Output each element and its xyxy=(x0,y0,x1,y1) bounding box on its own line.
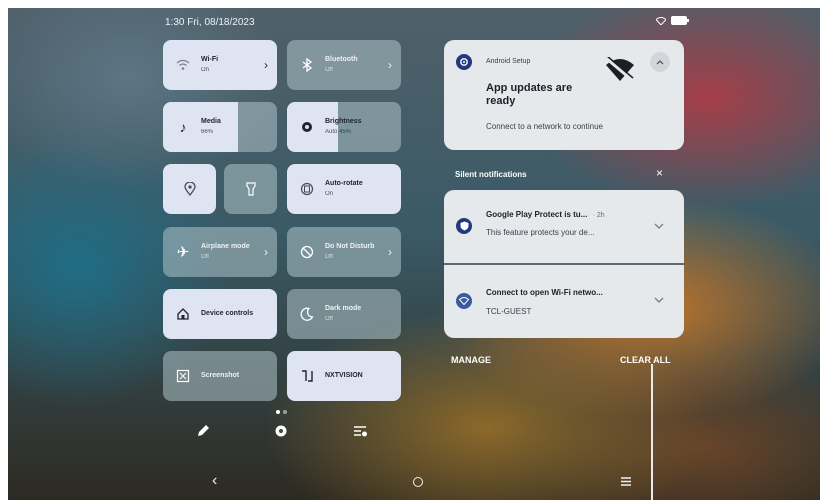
dark-mode-tile-title: Dark mode xyxy=(325,305,362,312)
edit-pencil-icon[interactable] xyxy=(195,423,211,439)
wifi-tile-state: On xyxy=(201,67,210,73)
recent-apps-icon[interactable] xyxy=(620,477,632,486)
do-not-disturb-icon xyxy=(299,244,315,260)
nxtvision-icon xyxy=(299,368,315,384)
tile-nxtvision[interactable]: NXTVISION xyxy=(287,351,401,401)
play-protect-time: · 2h xyxy=(592,212,605,219)
notification-play-protect[interactable]: Google Play Protect is tu... · 2h This f… xyxy=(444,190,684,263)
silent-notifications-close-button[interactable]: × xyxy=(656,166,663,180)
tile-screenshot[interactable]: Screenshot xyxy=(163,351,277,401)
auto-rotate-tile-title: Auto-rotate xyxy=(325,180,363,187)
location-pin-icon xyxy=(183,182,196,196)
airplane-icon: ✈ xyxy=(176,244,190,261)
flashlight-icon xyxy=(245,182,256,196)
status-datetime: 1:30 Fri, 08/18/2023 xyxy=(165,17,255,28)
screenshot-icon xyxy=(175,368,191,384)
page-dot-active xyxy=(276,410,280,414)
chevron-right-icon: › xyxy=(264,245,268,259)
wifi-status-icon xyxy=(656,16,666,25)
screen: 1:30 Fri, 08/18/2023 Wi-Fi On › Bluetoot… xyxy=(8,8,820,500)
moon-icon xyxy=(299,306,315,322)
tile-do-not-disturb[interactable]: Do Not Disturb Off › xyxy=(287,227,401,277)
tile-brightness[interactable]: Brightness Auto 45% xyxy=(287,102,401,152)
music-note-icon: ♪ xyxy=(179,119,187,135)
tile-bluetooth[interactable]: Bluetooth Off › xyxy=(287,40,401,90)
chevron-down-icon[interactable] xyxy=(654,297,664,304)
media-tile-value: 66% xyxy=(201,129,214,135)
tile-auto-rotate[interactable]: Auto-rotate On xyxy=(287,164,401,214)
tile-wifi[interactable]: Wi-Fi On › xyxy=(163,40,277,90)
pointer-line xyxy=(651,364,653,500)
android-setup-body: Connect to a network to continue xyxy=(486,122,603,131)
play-protect-icon xyxy=(456,218,472,234)
chevron-up-icon xyxy=(656,60,664,65)
brightness-tile-title: Brightness xyxy=(325,118,362,125)
manage-button[interactable]: MANAGE xyxy=(451,355,491,365)
tile-flashlight[interactable] xyxy=(224,164,277,214)
airplane-tile-state: Off xyxy=(201,254,209,260)
silent-notifications-header: Silent notifications xyxy=(455,170,527,179)
tile-device-controls[interactable]: Device controls xyxy=(163,289,277,339)
tune-settings-icon[interactable] xyxy=(352,423,368,439)
tile-media-volume[interactable]: ♪ Media 66% xyxy=(163,102,277,152)
tile-airplane-mode[interactable]: ✈ Airplane mode Off › xyxy=(163,227,277,277)
silent-notifications-group: Google Play Protect is tu... · 2h This f… xyxy=(444,190,684,338)
nxtvision-tile-title: NXTVISION xyxy=(325,372,363,379)
open-wifi-body: TCL-GUEST xyxy=(486,307,532,316)
home-nav-button[interactable] xyxy=(413,477,423,487)
status-icons xyxy=(656,16,689,25)
device-controls-tile-title: Device controls xyxy=(201,310,254,317)
wifi-tile-title: Wi-Fi xyxy=(201,56,219,63)
notification-android-setup[interactable]: Android Setup App updates are ready Conn… xyxy=(444,40,684,150)
dnd-tile-state: Off xyxy=(325,254,333,260)
chevron-right-icon: › xyxy=(264,58,268,72)
clear-all-button[interactable]: CLEAR ALL xyxy=(620,355,671,365)
media-tile-title: Media xyxy=(201,118,221,125)
android-setup-app-icon xyxy=(456,54,472,70)
bluetooth-tile-title: Bluetooth xyxy=(325,56,358,63)
bluetooth-tile-state: Off xyxy=(325,67,333,73)
airplane-tile-title: Airplane mode xyxy=(201,243,250,250)
screenshot-tile-title: Screenshot xyxy=(201,372,240,379)
tile-dark-mode[interactable]: Dark mode Off xyxy=(287,289,401,339)
notification-open-wifi[interactable]: Connect to open Wi-Fi netwo... TCL-GUEST xyxy=(444,265,684,338)
play-protect-title: Google Play Protect is tu... · 2h xyxy=(486,210,605,219)
back-nav-button[interactable]: ‹ xyxy=(212,472,217,490)
play-protect-body: This feature protects your de... xyxy=(486,228,595,237)
brightness-icon xyxy=(299,119,315,135)
bluetooth-icon xyxy=(299,57,315,73)
settings-gear-icon[interactable] xyxy=(273,423,289,439)
chevron-right-icon: › xyxy=(388,245,392,259)
chevron-right-icon: › xyxy=(388,58,392,72)
page-dot xyxy=(283,410,287,414)
auto-rotate-icon xyxy=(299,181,315,197)
wifi-network-icon xyxy=(456,293,472,309)
brightness-tile-value: Auto 45% xyxy=(325,129,352,135)
tile-location[interactable] xyxy=(163,164,216,214)
chevron-down-icon[interactable] xyxy=(654,223,664,230)
open-wifi-title: Connect to open Wi-Fi netwo... xyxy=(486,288,603,297)
home-icon xyxy=(175,306,191,322)
android-setup-title: App updates are ready xyxy=(486,82,573,107)
play-protect-title-text: Google Play Protect is tu... xyxy=(486,210,588,219)
wifi-off-icon xyxy=(606,57,634,83)
dark-mode-tile-state: Off xyxy=(325,316,333,322)
battery-icon xyxy=(671,16,689,25)
wifi-icon xyxy=(175,57,191,73)
collapse-button[interactable] xyxy=(650,52,670,72)
page-indicator xyxy=(276,410,287,414)
auto-rotate-tile-state: On xyxy=(325,191,334,197)
dnd-tile-title: Do Not Disturb xyxy=(325,243,375,250)
android-setup-app-name: Android Setup xyxy=(486,58,531,65)
